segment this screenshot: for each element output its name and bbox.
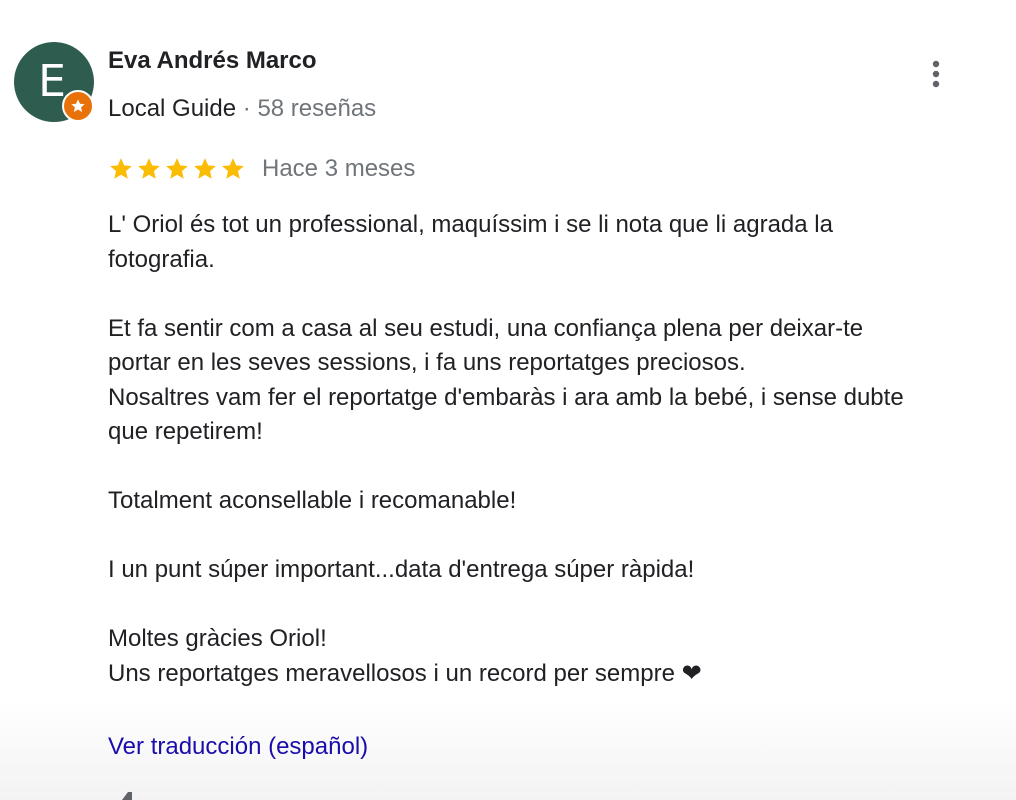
star-rating <box>108 156 246 182</box>
avatar-letter: E <box>38 55 66 107</box>
review-paragraph: Totalment aconsellable i recomanable! <box>108 487 517 514</box>
star-icon <box>222 158 244 179</box>
local-guide-label: Local Guide <box>108 95 237 122</box>
star-icon <box>71 99 85 112</box>
star-icon <box>110 158 132 179</box>
review-paragraph: L' Oriol és tot un professional, maquíss… <box>108 211 833 273</box>
review-paragraph: Et fa sentir com a casa al seu estudi, u… <box>108 314 904 446</box>
more-options-button[interactable] <box>918 56 954 92</box>
translate-link[interactable]: Ver traducción (español) <box>108 733 368 761</box>
author-meta: Local Guide · 58 reseñas <box>108 95 376 123</box>
meta-separator: · <box>242 95 251 122</box>
reviews-count: 58 reseñas <box>257 95 377 122</box>
thumbs-up-icon[interactable] <box>118 788 142 800</box>
star-icon <box>166 158 188 179</box>
local-guide-badge-icon <box>62 90 94 122</box>
review-card: E Eva Andrés Marco Local Guide · 58 rese… <box>0 0 1016 800</box>
rating-row: Hace 3 meses <box>108 152 415 186</box>
review-paragraph: I un punt súper important...data d'entre… <box>108 556 695 583</box>
review-text: L' Oriol és tot un professional, maquíss… <box>108 208 998 691</box>
star-icon <box>194 158 216 179</box>
more-vertical-icon <box>932 60 940 88</box>
author-name[interactable]: Eva Andrés Marco <box>108 47 317 75</box>
star-icon <box>138 158 160 179</box>
review-time: Hace 3 meses <box>262 155 416 182</box>
review-paragraph: Moltes gràcies Oriol! Uns reportatges me… <box>108 625 702 687</box>
